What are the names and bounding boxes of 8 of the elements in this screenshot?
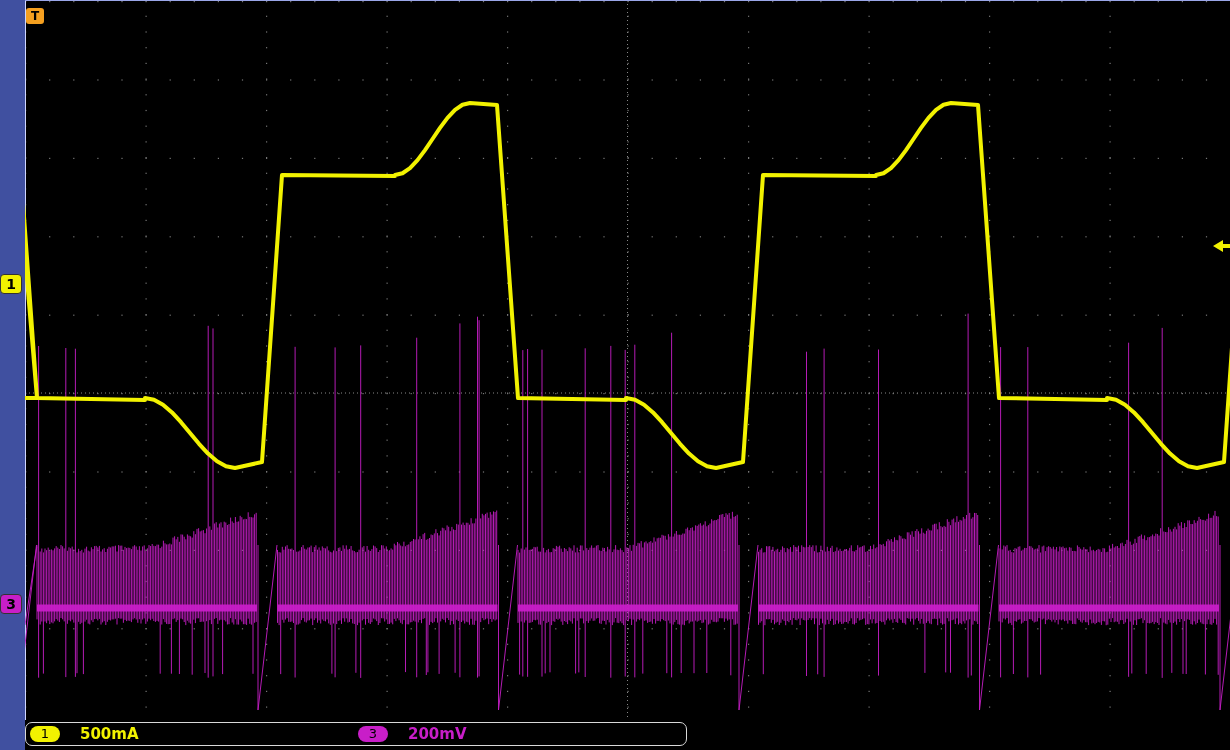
channel-marker[interactable]: 3	[0, 594, 22, 614]
trigger-level-arrow-icon	[1213, 240, 1230, 252]
channel-scale: 500mA	[80, 725, 139, 743]
channel-scale: 200mV	[408, 725, 467, 743]
channel-marker[interactable]: 1	[0, 274, 22, 294]
trigger-marker[interactable]: T	[26, 8, 44, 24]
channel-badge: 1	[30, 726, 60, 742]
channel-badge: 3	[358, 726, 388, 742]
